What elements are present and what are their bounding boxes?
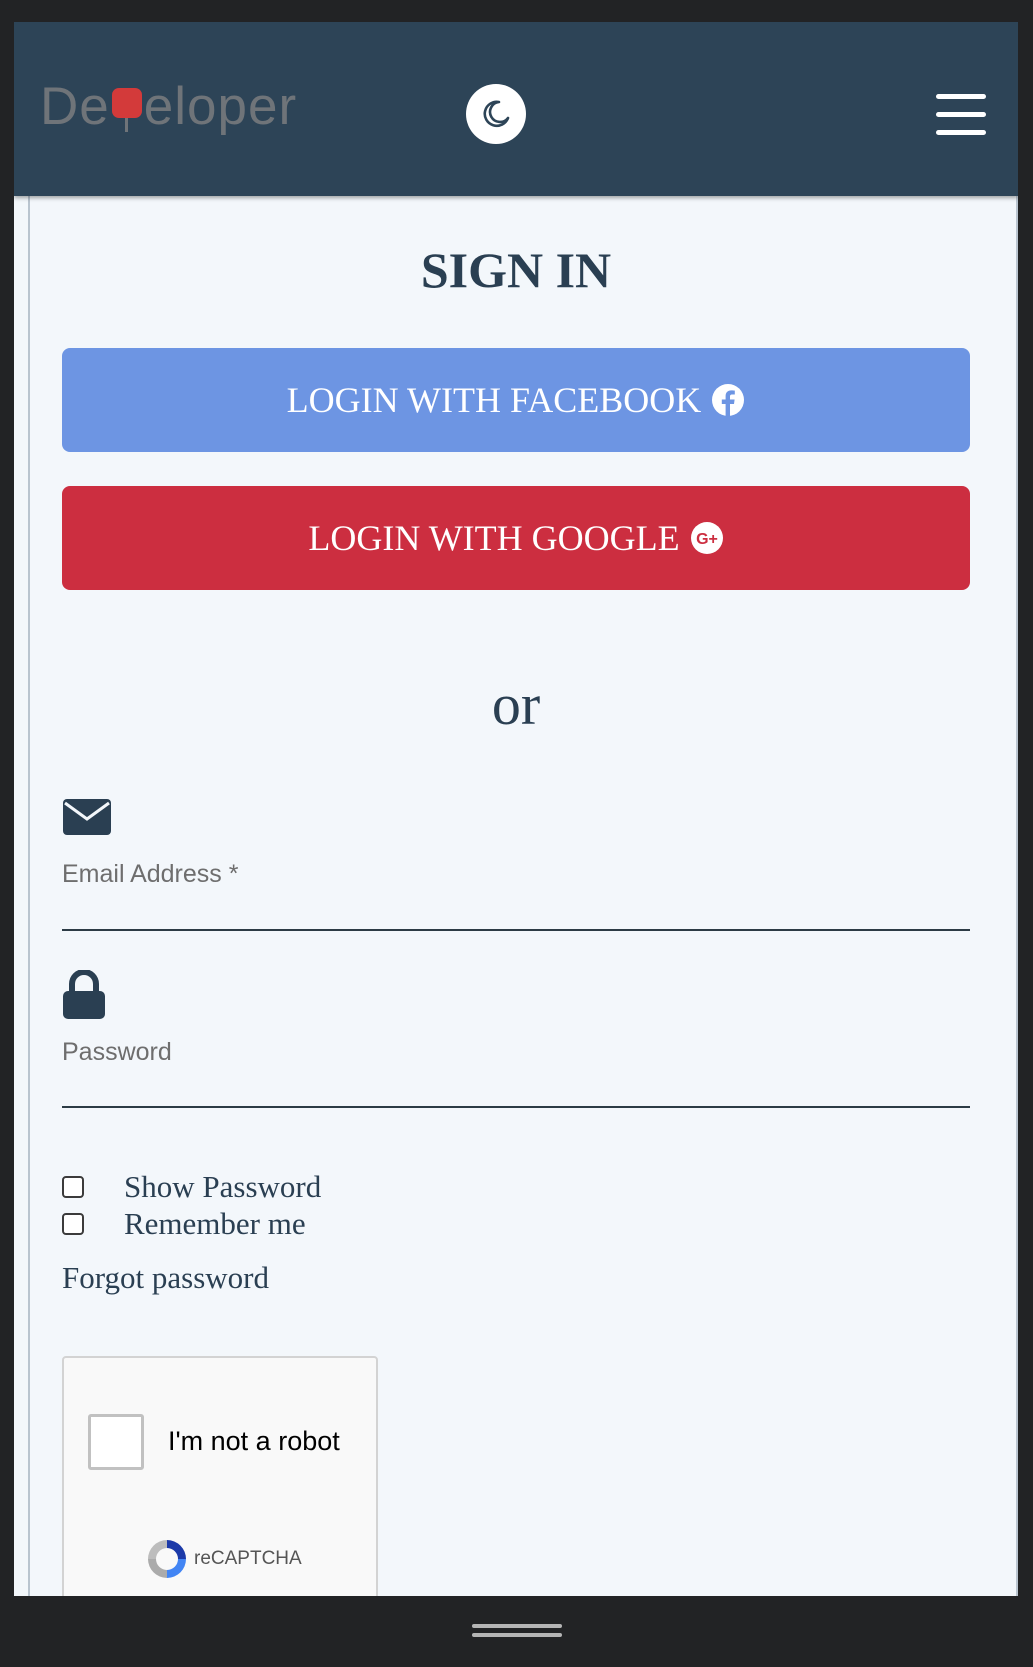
- show-password-label: Show Password: [124, 1169, 322, 1204]
- recaptcha-checkbox[interactable]: [88, 1414, 144, 1470]
- google-plus-icon: G+: [690, 521, 724, 555]
- login-google-button[interactable]: LOGIN WITH GOOGLE G+: [62, 486, 970, 590]
- email-underline: [62, 929, 970, 931]
- svg-text:G+: G+: [696, 531, 718, 548]
- forgot-password-link[interactable]: Forgot password: [62, 1260, 269, 1296]
- brand-prefix: De: [40, 77, 110, 136]
- remember-me-option[interactable]: Remember me: [62, 1207, 306, 1241]
- recaptcha-label: I'm not a robot: [168, 1426, 340, 1456]
- phone-screen: De eloper SIGN IN LOGIN WITH FACEBOOK LOG…: [14, 22, 1018, 1596]
- lock-icon: [62, 969, 106, 1025]
- email-label: Email Address *: [62, 860, 239, 888]
- logo-mark-icon: [111, 88, 142, 132]
- envelope-icon: [62, 798, 112, 841]
- or-separator: or: [491, 672, 541, 737]
- theme-toggle-button[interactable]: [466, 84, 526, 144]
- remember-me-checkbox[interactable]: [62, 1213, 84, 1235]
- navbar: De eloper: [14, 22, 1018, 196]
- home-indicator[interactable]: [472, 1624, 562, 1628]
- password-field[interactable]: [62, 1062, 974, 1108]
- facebook-button-label: LOGIN WITH FACEBOOK: [286, 380, 702, 420]
- google-button-label: LOGIN WITH GOOGLE: [308, 518, 680, 558]
- page-title: SIGN IN: [420, 242, 612, 298]
- login-facebook-button[interactable]: LOGIN WITH FACEBOOK: [62, 348, 970, 452]
- email-field[interactable]: [62, 886, 974, 932]
- hamburger-icon: [936, 94, 986, 99]
- password-underline: [62, 1106, 970, 1108]
- remember-me-label: Remember me: [124, 1206, 306, 1241]
- moon-icon: [483, 100, 510, 128]
- show-password-option[interactable]: Show Password: [62, 1170, 321, 1204]
- recaptcha-widget: I'm not a robot reCAPTCHA: [62, 1356, 378, 1596]
- recaptcha-logo-icon: [144, 1536, 190, 1587]
- facebook-icon: [711, 383, 745, 417]
- show-password-checkbox[interactable]: [62, 1176, 84, 1198]
- brand-suffix: eloper: [143, 77, 298, 136]
- brand-logo[interactable]: De eloper: [40, 72, 297, 142]
- menu-button[interactable]: [936, 94, 986, 138]
- recaptcha-brand: reCAPTCHA: [194, 1548, 302, 1569]
- bottom-system-bar: [0, 1596, 1033, 1667]
